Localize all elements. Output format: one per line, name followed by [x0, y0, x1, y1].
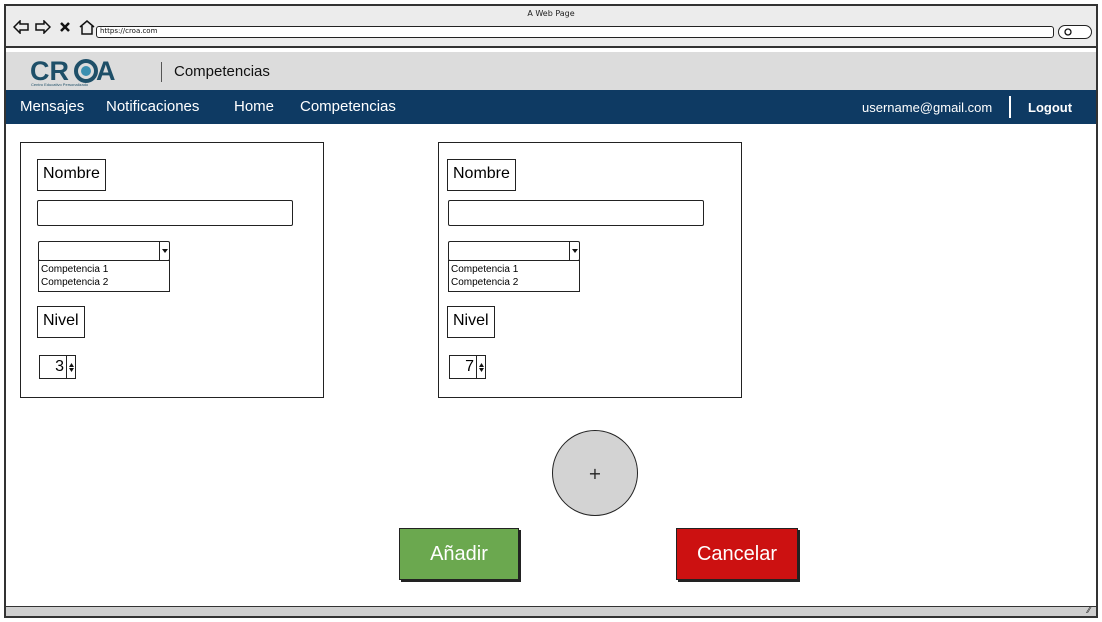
user-email[interactable]: username@gmail.com: [862, 100, 992, 115]
url-input[interactable]: https://croa.com: [96, 26, 1054, 38]
browser-window: A Web Page https://croa.com CR A Centro …: [4, 4, 1098, 618]
competencia-select[interactable]: [448, 241, 580, 261]
stepper-arrows-icon[interactable]: [66, 356, 75, 378]
plus-icon: +: [588, 463, 602, 483]
search-icon: [1064, 28, 1072, 36]
search-button[interactable]: [1058, 25, 1092, 39]
svg-text:Centro Educativo Personalizado: Centro Educativo Personalizado: [31, 82, 89, 87]
nivel-label: Nivel: [447, 306, 495, 338]
option-competencia-1[interactable]: Competencia 1: [451, 263, 577, 276]
nivel-value: 3: [55, 358, 64, 375]
nav-divider: [1009, 96, 1011, 118]
add-competencia-button[interactable]: +: [552, 430, 638, 516]
croa-logo[interactable]: CR A Centro Educativo Personalizado: [28, 56, 146, 88]
close-icon[interactable]: [56, 18, 74, 36]
forward-icon[interactable]: [34, 18, 52, 36]
browser-chrome: A Web Page https://croa.com: [6, 6, 1096, 48]
nombre-label: Nombre: [447, 159, 516, 191]
resize-grip-icon[interactable]: ⁄⁄: [1087, 606, 1090, 615]
window-title: A Web Page: [527, 9, 575, 18]
option-competencia-1[interactable]: Competencia 1: [41, 263, 167, 276]
competencia-options: Competencia 1 Competencia 2: [38, 260, 170, 292]
svg-text:A: A: [96, 56, 116, 86]
competencia-card-2: Nombre Competencia 1 Competencia 2 Nivel…: [438, 142, 742, 398]
nombre-input[interactable]: [448, 200, 704, 226]
anadir-button[interactable]: Añadir: [399, 528, 519, 580]
logout-link[interactable]: Logout: [1028, 100, 1072, 115]
nav-item-home[interactable]: Home: [234, 98, 274, 115]
option-competencia-2[interactable]: Competencia 2: [451, 276, 577, 289]
page-title: Competencias: [174, 63, 270, 80]
stepper-arrows-icon[interactable]: [476, 356, 485, 378]
app-header: CR A Centro Educativo Personalizado Comp…: [6, 52, 1096, 90]
back-icon[interactable]: [12, 18, 30, 36]
competencia-card-1: Nombre Competencia 1 Competencia 2 Nivel…: [20, 142, 324, 398]
nivel-stepper[interactable]: 7: [449, 355, 486, 379]
header-divider: [161, 62, 162, 82]
home-icon[interactable]: [78, 18, 96, 36]
chevron-down-icon[interactable]: [159, 242, 169, 260]
nivel-label: Nivel: [37, 306, 85, 338]
chevron-down-icon[interactable]: [569, 242, 579, 260]
nav-item-mensajes[interactable]: Mensajes: [20, 98, 84, 115]
cancelar-button[interactable]: Cancelar: [676, 528, 798, 580]
main-navbar: Mensajes Notificaciones Home Competencia…: [6, 90, 1096, 124]
competencia-options: Competencia 1 Competencia 2: [448, 260, 580, 292]
nombre-label: Nombre: [37, 159, 106, 191]
nivel-stepper[interactable]: 3: [39, 355, 76, 379]
nav-item-competencias[interactable]: Competencias: [300, 98, 396, 115]
nombre-input[interactable]: [37, 200, 293, 226]
option-competencia-2[interactable]: Competencia 2: [41, 276, 167, 289]
status-bar: ⁄⁄: [6, 606, 1096, 616]
competencia-select[interactable]: [38, 241, 170, 261]
nivel-value: 7: [465, 358, 474, 375]
nav-item-notificaciones[interactable]: Notificaciones: [106, 98, 199, 115]
browser-nav-buttons: [12, 18, 96, 36]
